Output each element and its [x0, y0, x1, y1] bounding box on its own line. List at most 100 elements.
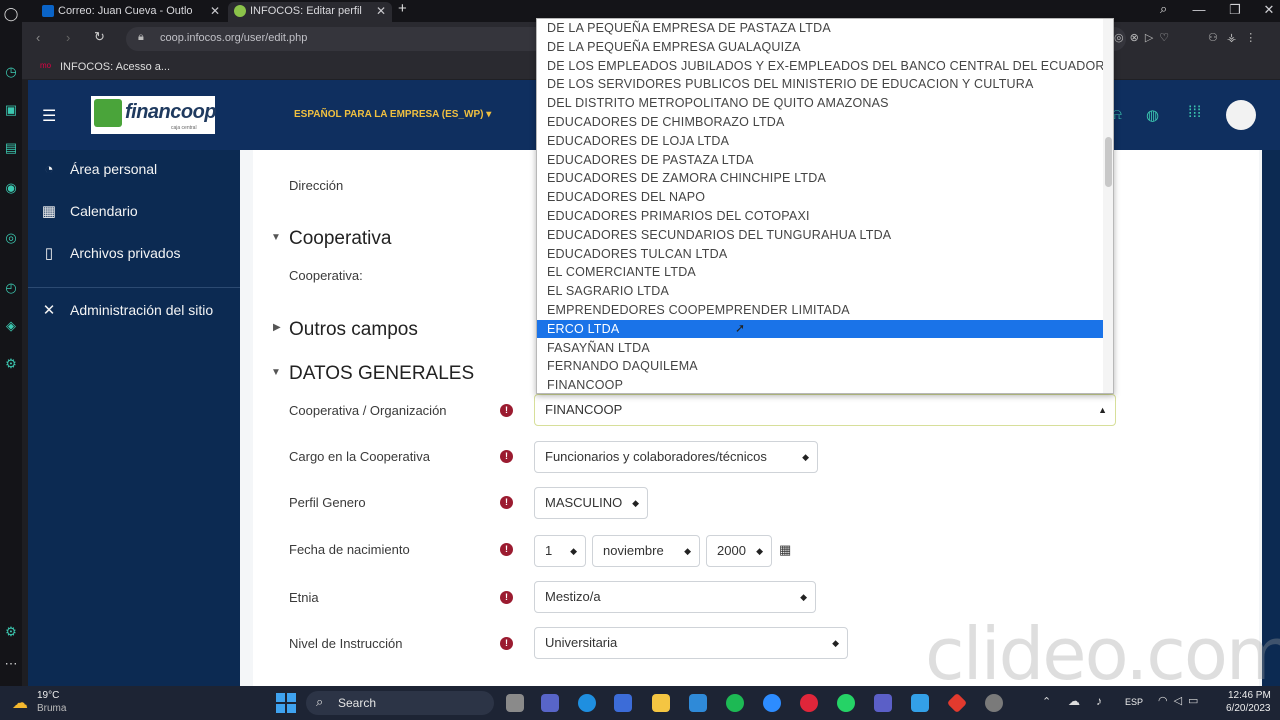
address-actions-icons[interactable]: ◎⊗▷♡: [1114, 31, 1175, 44]
player-icon[interactable]: ◎: [3, 230, 19, 246]
dropdown-option[interactable]: FASAYÑAN LTDA: [537, 339, 1103, 357]
nivel-instruccion-select[interactable]: Universitaria ◆: [534, 627, 848, 659]
settings-app-icon[interactable]: [985, 694, 1003, 712]
dropdown-option[interactable]: EDUCADORES SECUNDARIOS DEL TUNGURAHUA LT…: [537, 226, 1103, 244]
section-datos-generales[interactable]: DATOS GENERALES: [289, 363, 474, 385]
extensions-icon[interactable]: ⚙: [3, 624, 19, 640]
tab-outlook[interactable]: Correo: Juan Cueva - Outlo ✕: [36, 2, 226, 22]
select-value: 1: [545, 543, 553, 558]
messages-icon[interactable]: ◍: [1146, 106, 1159, 124]
more-icon[interactable]: ⋯: [3, 656, 19, 672]
financoop-logo[interactable]: financoop caja central: [91, 96, 217, 134]
cube-icon[interactable]: ◈: [3, 318, 19, 334]
weather-icon[interactable]: ☁: [12, 693, 28, 713]
network-volume-battery-icons[interactable]: ◠◁▭: [1158, 694, 1204, 707]
music-icon[interactable]: ◉: [3, 180, 19, 196]
cooperativa-select[interactable]: FINANCOOP ▲: [534, 394, 1116, 426]
menu-icon[interactable]: ☰: [42, 106, 56, 126]
nav-administracion[interactable]: ✕ Administración del sitio: [28, 291, 240, 331]
back-icon[interactable]: ‹: [36, 30, 40, 45]
cargo-select[interactable]: Funcionarios y colaboradores/técnicos ◆: [534, 441, 818, 473]
close-tab-icon[interactable]: ✕: [376, 2, 386, 20]
close-window-button[interactable]: ✕: [1252, 0, 1280, 20]
task-view-icon[interactable]: [506, 694, 524, 712]
dropdown-option[interactable]: EDUCADORES DEL NAPO: [537, 188, 1103, 206]
dropdown-option[interactable]: EDUCADORES DE LOJA LTDA: [537, 132, 1103, 150]
dropdown-option[interactable]: EL COMERCIANTE LTDA: [537, 263, 1103, 281]
dropdown-option[interactable]: EDUCADORES DE ZAMORA CHINCHIPE LTDA: [537, 169, 1103, 187]
whatsapp-icon[interactable]: [837, 694, 855, 712]
opera-logo-icon[interactable]: ◯: [3, 6, 19, 22]
input-language[interactable]: ESP: [1125, 697, 1143, 707]
cooperativa-dropdown-list[interactable]: DE LA PEQUEÑA EMPRESA DE PASTAZA LTDA DE…: [536, 18, 1114, 394]
dropdown-option[interactable]: FINANCOOP: [537, 376, 1103, 393]
reload-icon[interactable]: ↻: [94, 29, 105, 45]
bag-icon[interactable]: ▣: [3, 102, 19, 118]
collapse-caret-icon[interactable]: ▼: [271, 232, 281, 243]
dropdown-option[interactable]: EMPRENDEDORES COOPEMPRENDER LIMITADA: [537, 301, 1103, 319]
nav-calendario[interactable]: ▦ Calendario: [28, 192, 240, 232]
section-outros-campos[interactable]: Outros campos: [289, 319, 418, 341]
dropdown-option[interactable]: EDUCADORES DE PASTAZA LTDA: [537, 151, 1103, 169]
search-tabs-icon[interactable]: ⌕: [1160, 1, 1167, 17]
settings-icon[interactable]: ⚙: [3, 356, 19, 372]
dropdown-option[interactable]: DEL DISTRITO METROPOLITANO DE QUITO AMAZ…: [537, 94, 1103, 112]
genero-select[interactable]: MASCULINO ◆: [534, 487, 648, 519]
file-explorer-icon[interactable]: [652, 694, 670, 712]
close-tab-icon[interactable]: ✕: [210, 2, 220, 20]
maximize-button[interactable]: ❐: [1218, 0, 1252, 20]
taskbar-search[interactable]: ⌕ Search: [306, 691, 494, 715]
required-icon: !: [500, 450, 513, 463]
tab-infocos[interactable]: INFOCOS: Editar perfil ✕: [228, 2, 392, 22]
dropdown-option[interactable]: DE LA PEQUEÑA EMPRESA GUALAQUIZA: [537, 38, 1103, 56]
section-cooperativa[interactable]: Cooperativa: [289, 228, 391, 250]
etnia-select[interactable]: Mestizo/a ◆: [534, 581, 816, 613]
onedrive-icon[interactable]: ☁: [1068, 694, 1080, 708]
minimize-button[interactable]: —: [1182, 0, 1216, 20]
dropdown-option[interactable]: FERNANDO DAQUILEMA: [537, 357, 1103, 375]
day-select[interactable]: 1 ◆: [534, 535, 586, 567]
opera-icon[interactable]: [800, 694, 818, 712]
dropdown-option[interactable]: EDUCADORES TULCAN LTDA: [537, 245, 1103, 263]
year-select[interactable]: 2000 ◆: [706, 535, 772, 567]
dropdown-option[interactable]: DE LOS EMPLEADOS JUBILADOS Y EX-EMPLEADO…: [537, 57, 1104, 75]
anydesk-icon[interactable]: [946, 692, 968, 714]
calendar-picker-icon[interactable]: ▦: [779, 542, 791, 558]
dropdown-option[interactable]: DE LOS SERVIDORES PUBLICOS DEL MINISTERI…: [537, 75, 1103, 93]
dropdown-option[interactable]: EL SAGRARIO LTDA: [537, 282, 1103, 300]
dropdown-option[interactable]: DE LA PEQUEÑA EMPRESA DE PASTAZA LTDA: [537, 19, 1103, 37]
collapse-caret-icon[interactable]: ▼: [271, 367, 281, 378]
dropdown-option[interactable]: EDUCADORES DE CHIMBORAZO LTDA: [537, 113, 1103, 131]
microphone-icon[interactable]: ♪: [1096, 694, 1102, 708]
dropdown-option-highlighted[interactable]: ERCO LTDA: [537, 319, 1103, 338]
edge-icon[interactable]: [578, 694, 596, 712]
new-tab-button[interactable]: +: [398, 0, 407, 17]
nav-archivos-privados[interactable]: ▯ Archivos privados: [28, 234, 240, 274]
apps-grid-icon[interactable]: ⁞⁞⁞: [1188, 104, 1201, 122]
notepad-icon[interactable]: [911, 694, 929, 712]
tray-expand-icon[interactable]: ⌃: [1042, 695, 1051, 708]
clock-icon[interactable]: ◴: [3, 280, 19, 296]
page-scrollbar[interactable]: [1262, 150, 1280, 686]
zoom-icon[interactable]: [763, 694, 781, 712]
forward-icon[interactable]: ›: [66, 30, 70, 45]
user-avatar[interactable]: [1226, 100, 1256, 130]
mail-icon[interactable]: [689, 694, 707, 712]
teams-icon[interactable]: [874, 694, 892, 712]
dropdown-option[interactable]: EDUCADORES PRIMARIOS DEL COTOPAXI: [537, 207, 1103, 225]
expand-caret-icon[interactable]: ▶: [273, 322, 281, 333]
month-select[interactable]: noviembre ◆: [592, 535, 700, 567]
language-menu[interactable]: ESPAÑOL PARA LA EMPRESA (ES_WP) ▾: [294, 109, 491, 120]
nav-area-personal[interactable]: ◔ Área personal: [28, 150, 240, 190]
teams-chat-icon[interactable]: [541, 694, 559, 712]
history-icon[interactable]: ◷: [3, 64, 19, 80]
twitch-icon[interactable]: ▤: [3, 140, 19, 156]
bookmark-item[interactable]: INFOCOS: Acesso a...: [60, 61, 170, 73]
select-value: 2000: [717, 543, 746, 558]
windows-start-icon[interactable]: [276, 693, 296, 713]
dropdown-scroll-thumb[interactable]: [1105, 137, 1112, 187]
spotify-icon[interactable]: [726, 694, 744, 712]
toolbar-icons[interactable]: ⚇⚶⋮: [1208, 31, 1265, 44]
store-icon[interactable]: [614, 694, 632, 712]
dropdown-scrollbar[interactable]: [1103, 19, 1113, 393]
